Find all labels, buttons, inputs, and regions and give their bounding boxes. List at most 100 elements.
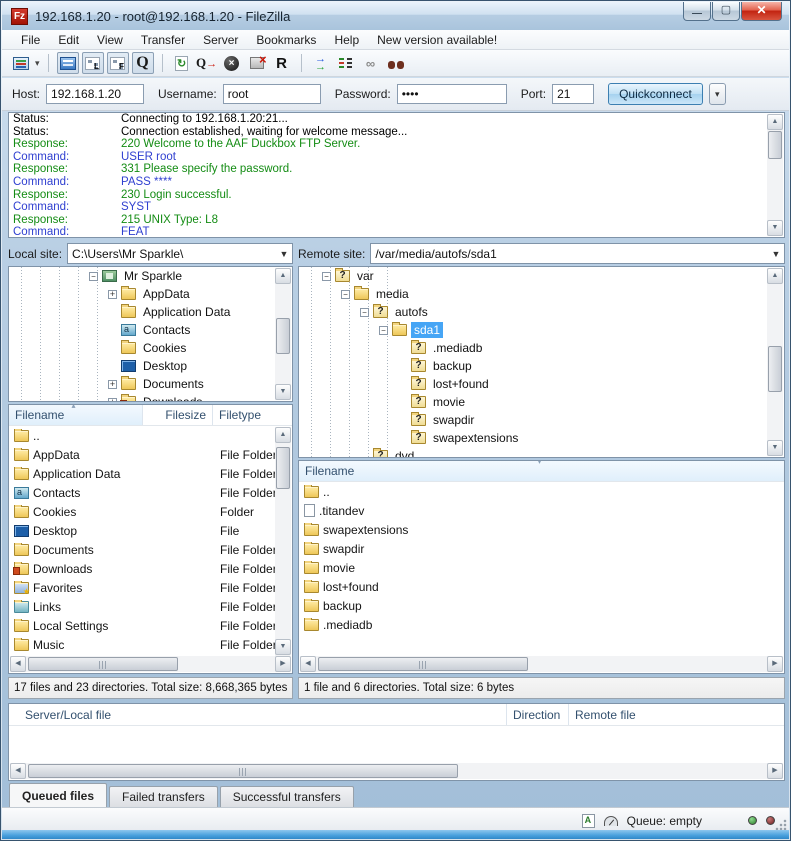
tree-item[interactable]: media [299, 285, 784, 303]
file-row[interactable]: Links File Folder [9, 597, 292, 616]
file-row[interactable]: Local Settings File Folder [9, 616, 292, 635]
port-input[interactable] [552, 84, 594, 104]
file-name[interactable]: Favorites [33, 581, 82, 595]
tree-expander[interactable] [398, 344, 407, 353]
file-row[interactable]: Documents File Folder [9, 540, 292, 559]
tree-item-label[interactable]: Downloads [140, 394, 205, 402]
refresh-button[interactable] [171, 52, 193, 74]
queue-hscrollbar[interactable]: ◀ ▶ [10, 763, 783, 779]
file-row[interactable]: .titandev [299, 501, 784, 520]
tree-item[interactable]: swapextensions [299, 429, 784, 447]
log-scroll-thumb[interactable] [768, 131, 782, 159]
file-row[interactable]: .. [9, 426, 292, 445]
maximize-button[interactable] [712, 2, 740, 21]
remote-directory-tree[interactable]: var media autofs [298, 266, 785, 458]
file-name[interactable]: Cookies [33, 505, 76, 519]
local-tree-scrollbar[interactable]: ▲ ▼ [275, 268, 291, 400]
toggle-message-log-button[interactable] [57, 52, 79, 74]
tree-expander[interactable] [108, 290, 117, 299]
scroll-down-icon[interactable]: ▼ [275, 384, 291, 400]
column-server-local-file[interactable]: Server/Local file [9, 704, 507, 725]
directory-comparison-button[interactable]: →→ [310, 52, 332, 74]
toggle-transfer-queue-button[interactable]: Q [132, 52, 154, 74]
log-scrollbar[interactable]: ▲ ▼ [767, 114, 783, 236]
tree-item-label[interactable]: media [373, 286, 412, 302]
scroll-left-icon[interactable]: ◀ [10, 763, 26, 779]
remote-file-list[interactable]: Filename .. .titandev swapextensions swa… [298, 460, 785, 674]
file-row[interactable]: Contacts File Folder [9, 483, 292, 502]
tree-item[interactable]: Downloads [9, 393, 292, 402]
tree-item[interactable]: Application Data [9, 303, 292, 321]
disconnect-button[interactable] [246, 52, 268, 74]
column-direction[interactable]: Direction [507, 704, 569, 725]
tree-item-label[interactable]: var [354, 268, 377, 284]
tree-item[interactable]: Desktop [9, 357, 292, 375]
local-list-hscrollbar[interactable]: ◀ ▶ [10, 656, 291, 672]
scroll-down-icon[interactable]: ▼ [767, 440, 783, 456]
file-row[interactable]: swapdir [299, 539, 784, 558]
reconnect-button[interactable]: R [271, 52, 293, 74]
host-input[interactable] [46, 84, 144, 104]
site-manager-dropdown[interactable]: ▾ [35, 58, 40, 69]
password-input[interactable] [397, 84, 507, 104]
tree-expander[interactable] [360, 452, 369, 459]
tree-item[interactable]: Mr Sparkle [9, 267, 292, 285]
tree-expander[interactable] [108, 380, 117, 389]
tree-expander[interactable] [322, 272, 331, 281]
file-name[interactable]: .. [323, 485, 330, 499]
tree-item-label[interactable]: autofs [392, 304, 431, 320]
scroll-left-icon[interactable]: ◀ [10, 656, 26, 672]
synchronized-browsing-button[interactable]: ∞ [360, 52, 382, 74]
local-directory-tree[interactable]: Mr Sparkle AppData Application Data [8, 266, 293, 402]
site-manager-button[interactable] [10, 52, 32, 74]
file-name[interactable]: backup [323, 599, 362, 613]
tree-item[interactable]: .mediadb [299, 339, 784, 357]
cancel-button[interactable] [221, 52, 243, 74]
menu-item[interactable]: File [12, 31, 49, 49]
scroll-right-icon[interactable]: ▶ [275, 656, 291, 672]
file-row[interactable]: movie [299, 558, 784, 577]
local-tree-scroll-thumb[interactable] [276, 318, 290, 354]
file-row[interactable]: Downloads File Folder [9, 559, 292, 578]
scroll-up-icon[interactable]: ▲ [275, 268, 291, 284]
tree-expander[interactable] [108, 308, 117, 317]
file-name[interactable]: Desktop [33, 524, 77, 538]
tree-item[interactable]: backup [299, 357, 784, 375]
tree-item-label[interactable]: Contacts [140, 322, 193, 338]
remote-list-hscroll-thumb[interactable] [318, 657, 528, 671]
file-row[interactable]: Desktop File [9, 521, 292, 540]
username-input[interactable] [223, 84, 321, 104]
tree-item-label[interactable]: movie [430, 394, 468, 410]
file-name[interactable]: Links [33, 600, 61, 614]
column-filesize[interactable]: Filesize [143, 405, 213, 425]
tree-item[interactable]: AppData [9, 285, 292, 303]
minimize-button[interactable] [683, 2, 711, 21]
close-button[interactable] [741, 2, 782, 21]
message-log[interactable]: Status: Connecting to 192.168.1.20:21...… [8, 112, 785, 238]
tree-expander[interactable] [398, 398, 407, 407]
local-file-list[interactable]: Filename Filesize Filetype .. AppData Fi… [8, 404, 293, 674]
menu-item[interactable]: New version available! [368, 31, 506, 49]
toggle-remote-tree-button[interactable] [107, 52, 129, 74]
tree-item[interactable]: dvd [299, 447, 784, 458]
file-name[interactable]: .titandev [319, 504, 364, 518]
file-name[interactable]: Application Data [33, 467, 120, 481]
tree-expander[interactable] [108, 362, 117, 371]
tree-expander[interactable] [398, 380, 407, 389]
file-name[interactable]: .. [33, 429, 40, 443]
remote-site-input[interactable] [371, 247, 768, 261]
find-files-button[interactable] [385, 52, 407, 74]
tree-item-label[interactable]: Documents [140, 376, 207, 392]
tree-expander[interactable] [108, 398, 117, 403]
filter-button[interactable] [335, 52, 357, 74]
tree-expander[interactable] [89, 272, 98, 281]
column-filename[interactable]: Filename [9, 405, 143, 425]
local-list-hscroll-thumb[interactable] [28, 657, 178, 671]
file-row[interactable]: lost+found [299, 577, 784, 596]
file-name[interactable]: Downloads [33, 562, 92, 576]
file-row[interactable]: .mediadb [299, 615, 784, 634]
file-name[interactable]: Documents [33, 543, 94, 557]
tree-expander[interactable] [379, 326, 388, 335]
column-remote-file[interactable]: Remote file [569, 704, 784, 725]
tree-item-label[interactable]: Application Data [140, 304, 233, 320]
